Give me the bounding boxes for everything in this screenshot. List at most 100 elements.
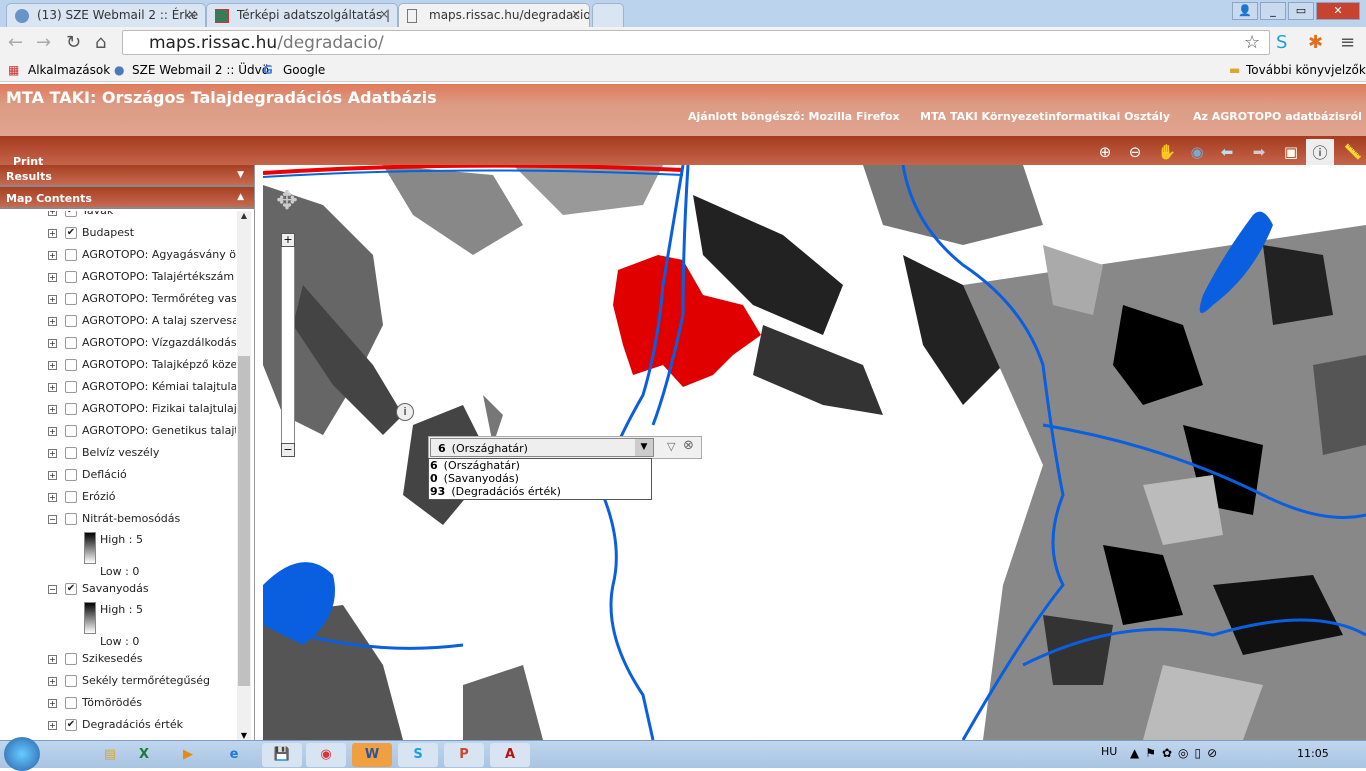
close-window-button[interactable]: ✕: [1316, 2, 1360, 20]
bookmark-webmail[interactable]: SZE Webmail 2 :: Üdvö: [132, 63, 269, 77]
media-icon[interactable]: ▶: [168, 743, 208, 767]
save-icon[interactable]: 💾: [262, 743, 302, 767]
identify-icon[interactable]: ⓘ: [1306, 139, 1334, 165]
full-extent-icon[interactable]: ◉: [1187, 143, 1207, 163]
close-tab-icon[interactable]: ×: [379, 7, 389, 21]
layer-checkbox[interactable]: ✔: [65, 583, 77, 595]
layer-checkbox[interactable]: [65, 315, 77, 327]
collapse-icon[interactable]: −: [48, 584, 57, 594]
collapse-icon[interactable]: −: [48, 514, 57, 524]
back-button[interactable]: ←: [8, 32, 23, 53]
expand-icon[interactable]: +: [48, 720, 57, 730]
layer-checkbox[interactable]: [65, 249, 77, 261]
expand-icon[interactable]: +: [48, 272, 57, 282]
tab-webmail[interactable]: (13) SZE Webmail 2 :: Érke ×: [6, 3, 206, 27]
layer-checkbox[interactable]: [65, 381, 77, 393]
skype-icon[interactable]: S: [398, 743, 438, 767]
link-agrotopo[interactable]: Az AGROTOPO adatbázisról: [1193, 110, 1362, 123]
expand-icon[interactable]: +: [48, 316, 57, 326]
bookmark-google[interactable]: Google: [283, 63, 325, 77]
minimize-button[interactable]: _: [1260, 2, 1286, 20]
expand-icon[interactable]: +: [48, 228, 57, 238]
layer-checkbox[interactable]: [65, 675, 77, 687]
zoom-slider[interactable]: [281, 233, 295, 457]
dropdown-option[interactable]: 0 (Savanyodás): [430, 472, 651, 485]
back-icon[interactable]: ⬅: [1217, 143, 1237, 163]
excel-icon[interactable]: X: [124, 743, 164, 767]
zoom-in-button[interactable]: +: [281, 233, 295, 247]
restore-button[interactable]: ▭: [1288, 2, 1314, 20]
ie-icon[interactable]: e: [214, 743, 254, 767]
expand-icon[interactable]: +: [48, 382, 57, 392]
pan-icon[interactable]: ✋: [1157, 143, 1177, 163]
forward-icon[interactable]: ➡: [1249, 143, 1269, 163]
layer-checkbox[interactable]: [65, 697, 77, 709]
layer-checkbox[interactable]: [65, 403, 77, 415]
dropdown-option[interactable]: 93 (Degradációs érték): [430, 485, 651, 498]
expand-icon[interactable]: +: [48, 426, 57, 436]
layer-checkbox[interactable]: [65, 491, 77, 503]
expand-icon[interactable]: +: [48, 294, 57, 304]
tray-icons[interactable]: ▲⚑✿◎▯⊘: [1130, 746, 1223, 760]
powerpoint-icon[interactable]: P: [444, 743, 484, 767]
expand-icon[interactable]: +: [48, 492, 57, 502]
menu-icon[interactable]: ≡: [1340, 32, 1355, 53]
layer-checkbox[interactable]: ✔: [65, 719, 77, 731]
zoom-in-icon[interactable]: ⊕: [1095, 143, 1115, 163]
layer-checkbox[interactable]: [65, 469, 77, 481]
map-contents-header[interactable]: Map Contents ▲: [0, 187, 254, 209]
layer-checkbox[interactable]: [65, 425, 77, 437]
identify-select[interactable]: 6 (Országhatár) ▼: [430, 438, 654, 457]
layer-checkbox[interactable]: [65, 513, 77, 525]
expand-icon[interactable]: +: [48, 360, 57, 370]
expand-icon[interactable]: +: [48, 211, 57, 216]
layer-checkbox[interactable]: [65, 447, 77, 459]
zoom-box-icon[interactable]: ▣: [1281, 143, 1301, 163]
expand-icon[interactable]: +: [48, 404, 57, 414]
user-icon[interactable]: 👤: [1232, 2, 1258, 20]
link-taki[interactable]: MTA TAKI Környezetinformatikai Osztály: [920, 110, 1170, 123]
layer-list-scrollbar[interactable]: ▲ ▼: [237, 211, 251, 740]
link-firefox[interactable]: Ajánlott böngésző: Mozilla Firefox: [688, 110, 900, 123]
word-icon[interactable]: W: [352, 743, 392, 767]
bookmark-apps[interactable]: Alkalmazások: [28, 63, 110, 77]
layer-checkbox[interactable]: [65, 653, 77, 665]
layer-checkbox[interactable]: ✔: [65, 211, 77, 217]
extension-icon[interactable]: ✱: [1308, 32, 1323, 53]
other-bookmarks[interactable]: További könyvjelzők: [1246, 63, 1366, 77]
forward-button[interactable]: →: [36, 32, 51, 53]
expand-icon[interactable]: +: [48, 676, 57, 686]
close-tab-icon[interactable]: ×: [187, 7, 197, 21]
results-header[interactable]: Results ▼: [0, 165, 254, 187]
layer-checkbox[interactable]: [65, 271, 77, 283]
clock[interactable]: 11:05: [1297, 747, 1329, 760]
expand-icon[interactable]: +: [48, 654, 57, 664]
pan-control[interactable]: ✥: [267, 181, 307, 221]
expand-icon[interactable]: +: [48, 250, 57, 260]
expand-icon[interactable]: +: [48, 448, 57, 458]
expand-icon[interactable]: +: [48, 338, 57, 348]
skype-ext-icon[interactable]: S: [1276, 32, 1287, 53]
chrome-icon[interactable]: ◉: [306, 743, 346, 767]
layer-checkbox[interactable]: [65, 359, 77, 371]
zoom-out-button[interactable]: −: [281, 443, 295, 457]
address-bar[interactable]: maps.rissac.hu/degradacio/: [122, 30, 1270, 55]
expand-icon[interactable]: +: [48, 698, 57, 708]
layer-checkbox[interactable]: [65, 293, 77, 305]
home-button[interactable]: ⌂: [95, 32, 106, 53]
close-tab-icon[interactable]: ×: [571, 7, 581, 21]
expand-icon[interactable]: +: [48, 470, 57, 480]
new-tab-button[interactable]: [592, 3, 624, 27]
tab-degradacio[interactable]: maps.rissac.hu/degradacio ×: [398, 3, 590, 27]
language-indicator[interactable]: HU: [1101, 745, 1117, 758]
dropdown-option[interactable]: 6 (Országhatár): [430, 459, 651, 472]
tab-terkepi[interactable]: Térképi adatszolgáltatás | ×: [206, 3, 398, 27]
acrobat-icon[interactable]: A: [490, 743, 530, 767]
layer-checkbox[interactable]: ✔: [65, 227, 77, 239]
measure-icon[interactable]: 📏: [1343, 143, 1363, 163]
collapse-icon[interactable]: ▽: [667, 440, 675, 453]
bookmark-star-icon[interactable]: ☆: [1244, 32, 1260, 53]
start-button[interactable]: [4, 737, 40, 771]
layer-checkbox[interactable]: [65, 337, 77, 349]
zoom-out-icon[interactable]: ⊖: [1125, 143, 1145, 163]
